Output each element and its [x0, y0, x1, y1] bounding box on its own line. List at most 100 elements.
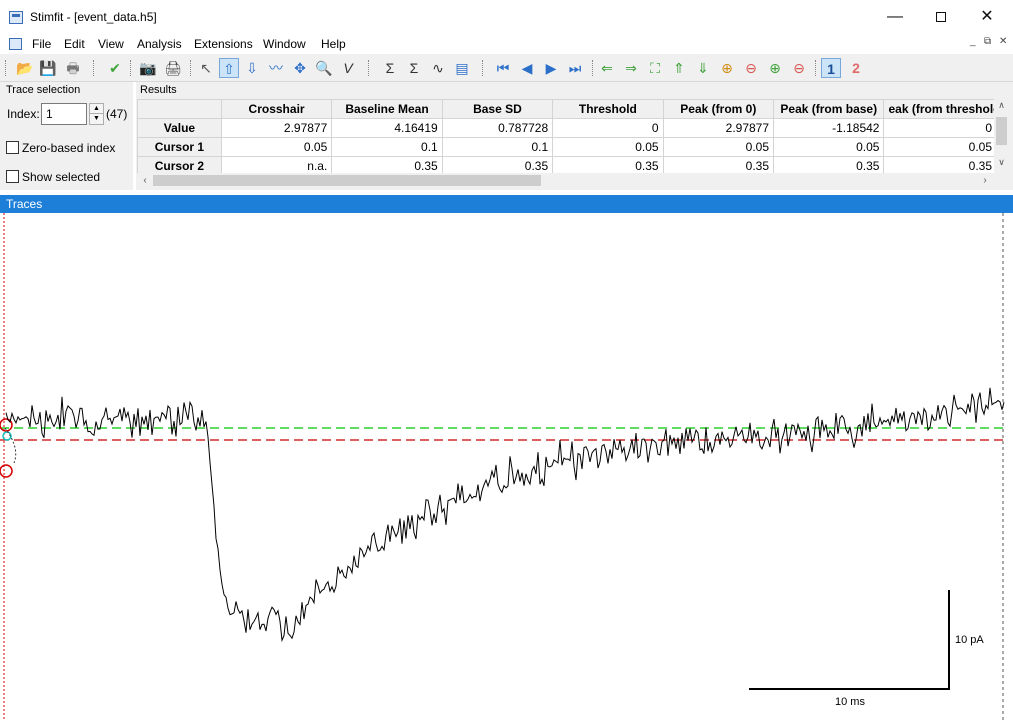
- channel-2-button[interactable]: 2: [846, 58, 866, 78]
- trace-up-button[interactable]: ⇧: [219, 58, 239, 78]
- table-cell[interactable]: 0.1: [331, 137, 443, 157]
- column-header[interactable]: Peak (from 0): [662, 99, 775, 119]
- table-cell[interactable]: 0.35: [883, 156, 994, 173]
- table-cell[interactable]: n.a.: [220, 156, 333, 173]
- snapshot-button[interactable]: 📷: [138, 58, 158, 78]
- table-cell[interactable]: 0: [883, 118, 994, 138]
- table-cell[interactable]: -1.18542: [773, 118, 885, 138]
- scroll-up-icon[interactable]: ∧: [994, 100, 1009, 111]
- table-cell[interactable]: 0.35: [441, 156, 554, 173]
- column-header[interactable]: eak (from thresholc: [883, 99, 994, 119]
- table-cell[interactable]: 0.35: [773, 156, 885, 173]
- column-header[interactable]: Base SD: [441, 99, 554, 119]
- column-header[interactable]: Peak (from base): [773, 99, 885, 119]
- fit-window-button[interactable]: ⛶: [645, 58, 665, 78]
- select-button[interactable]: ↖: [196, 58, 216, 78]
- zoom-out-y-button[interactable]: ⊖: [789, 58, 809, 78]
- first-trace-button[interactable]: ⏮: [493, 58, 513, 78]
- document-icon[interactable]: [9, 38, 22, 50]
- apply-button[interactable]: ✔: [105, 58, 125, 78]
- zoom-out-x-button[interactable]: ⊖: [741, 58, 761, 78]
- table-cell[interactable]: 0.05: [552, 137, 664, 157]
- spin-up-icon[interactable]: ▲: [90, 104, 103, 114]
- menu-window[interactable]: Window: [263, 37, 306, 51]
- results-grid[interactable]: Crosshair Baseline Mean Base SD Threshol…: [137, 99, 994, 173]
- table-cell[interactable]: 4.16419: [331, 118, 443, 138]
- wave-button[interactable]: ∿: [428, 58, 448, 78]
- table-cell[interactable]: 2.97877: [220, 118, 333, 138]
- menu-extensions[interactable]: Extensions: [194, 37, 253, 51]
- mdi-minimize-icon[interactable]: _: [970, 36, 976, 47]
- save-button[interactable]: 💾: [38, 58, 58, 78]
- zoom-button[interactable]: 🔍: [314, 58, 334, 78]
- close-button[interactable]: ✕: [964, 0, 1010, 34]
- scroll-left-icon[interactable]: ‹: [138, 173, 152, 188]
- maximize-button[interactable]: [918, 0, 964, 34]
- table-cell[interactable]: 0: [552, 118, 664, 138]
- index-spinner[interactable]: ▲ ▼: [89, 103, 104, 125]
- print-button[interactable]: 🖶: [63, 58, 83, 78]
- menu-view[interactable]: View: [98, 37, 124, 51]
- zero-based-index-checkbox[interactable]: Zero-based index: [6, 141, 115, 155]
- scroll-thumb[interactable]: [153, 175, 541, 186]
- show-selected-checkbox[interactable]: Show selected: [6, 170, 100, 184]
- scroll-right-icon[interactable]: ›: [978, 173, 992, 188]
- table-cell[interactable]: 0.05: [773, 137, 885, 157]
- index-input[interactable]: [41, 103, 87, 125]
- shift-up-button[interactable]: ⇑: [669, 58, 689, 78]
- checkbox-icon[interactable]: [6, 141, 19, 154]
- table-cell[interactable]: 0.05: [883, 137, 994, 157]
- row-header[interactable]: Value: [137, 118, 222, 138]
- minimize-button[interactable]: —: [872, 0, 918, 34]
- last-trace-button[interactable]: ⏭: [565, 58, 585, 78]
- menu-edit[interactable]: Edit: [64, 37, 85, 51]
- scroll-thumb[interactable]: [996, 117, 1007, 145]
- shift-left-button[interactable]: ⇐: [597, 58, 617, 78]
- table-cell[interactable]: 2.97877: [662, 118, 775, 138]
- results-vertical-scrollbar[interactable]: ∧ ∨: [994, 99, 1009, 173]
- table-cell[interactable]: 0.1: [441, 137, 554, 157]
- current-trace[interactable]: [5, 387, 1005, 643]
- export-ps-button[interactable]: 🖨: [163, 58, 183, 78]
- menu-help[interactable]: Help: [321, 37, 346, 51]
- spin-down-icon[interactable]: ▼: [90, 114, 103, 124]
- mdi-restore-icon[interactable]: ⧉: [984, 36, 991, 47]
- event-button[interactable]: V: [338, 58, 358, 78]
- table-cell[interactable]: 0.05: [220, 137, 333, 157]
- shift-right-button[interactable]: ⇒: [621, 58, 641, 78]
- next-trace-button[interactable]: ▶: [541, 58, 561, 78]
- fit-button[interactable]: 〰: [266, 58, 286, 78]
- checkbox-icon[interactable]: [6, 170, 19, 183]
- trace-plot-svg[interactable]: 10 pA 10 ms: [0, 213, 1013, 720]
- menu-analysis[interactable]: Analysis: [137, 37, 182, 51]
- sum-all-button[interactable]: Σ: [404, 58, 424, 78]
- open-button[interactable]: 📂: [15, 58, 35, 78]
- traces-title-bar[interactable]: Traces: [0, 195, 1013, 213]
- table-cell[interactable]: 0.787728: [441, 118, 554, 138]
- pan-button[interactable]: ✥: [290, 58, 310, 78]
- results-table[interactable]: Crosshair Baseline Mean Base SD Threshol…: [137, 99, 994, 173]
- column-header[interactable]: Baseline Mean: [331, 99, 443, 119]
- menu-file[interactable]: File: [32, 37, 51, 51]
- scroll-down-icon[interactable]: ∨: [994, 157, 1009, 168]
- zoom-in-x-button[interactable]: ⊕: [717, 58, 737, 78]
- zoom-in-y-button[interactable]: ⊕: [765, 58, 785, 78]
- channel-1-button[interactable]: 1: [821, 58, 841, 78]
- table-cell[interactable]: 0.35: [331, 156, 443, 173]
- trace-plot-area[interactable]: 10 pA 10 ms: [0, 213, 1013, 720]
- sum-button[interactable]: Σ: [380, 58, 400, 78]
- column-header[interactable]: Crosshair: [220, 99, 333, 119]
- table-button[interactable]: ▤: [452, 58, 472, 78]
- peak-marker-icon[interactable]: [0, 464, 13, 478]
- row-header[interactable]: Cursor 1: [137, 137, 222, 157]
- mdi-close-icon[interactable]: ✕: [999, 36, 1007, 47]
- table-cell[interactable]: 0.05: [662, 137, 775, 157]
- column-header[interactable]: Threshold: [552, 99, 664, 119]
- previous-trace-button[interactable]: ◀: [517, 58, 537, 78]
- shift-down-button[interactable]: ⇓: [693, 58, 713, 78]
- table-cell[interactable]: 0.35: [662, 156, 775, 173]
- trace-down-button[interactable]: ⇩: [242, 58, 262, 78]
- results-horizontal-scrollbar[interactable]: ‹ ›: [137, 173, 994, 188]
- table-cell[interactable]: 0.35: [552, 156, 664, 173]
- row-header[interactable]: Cursor 2: [137, 156, 222, 173]
